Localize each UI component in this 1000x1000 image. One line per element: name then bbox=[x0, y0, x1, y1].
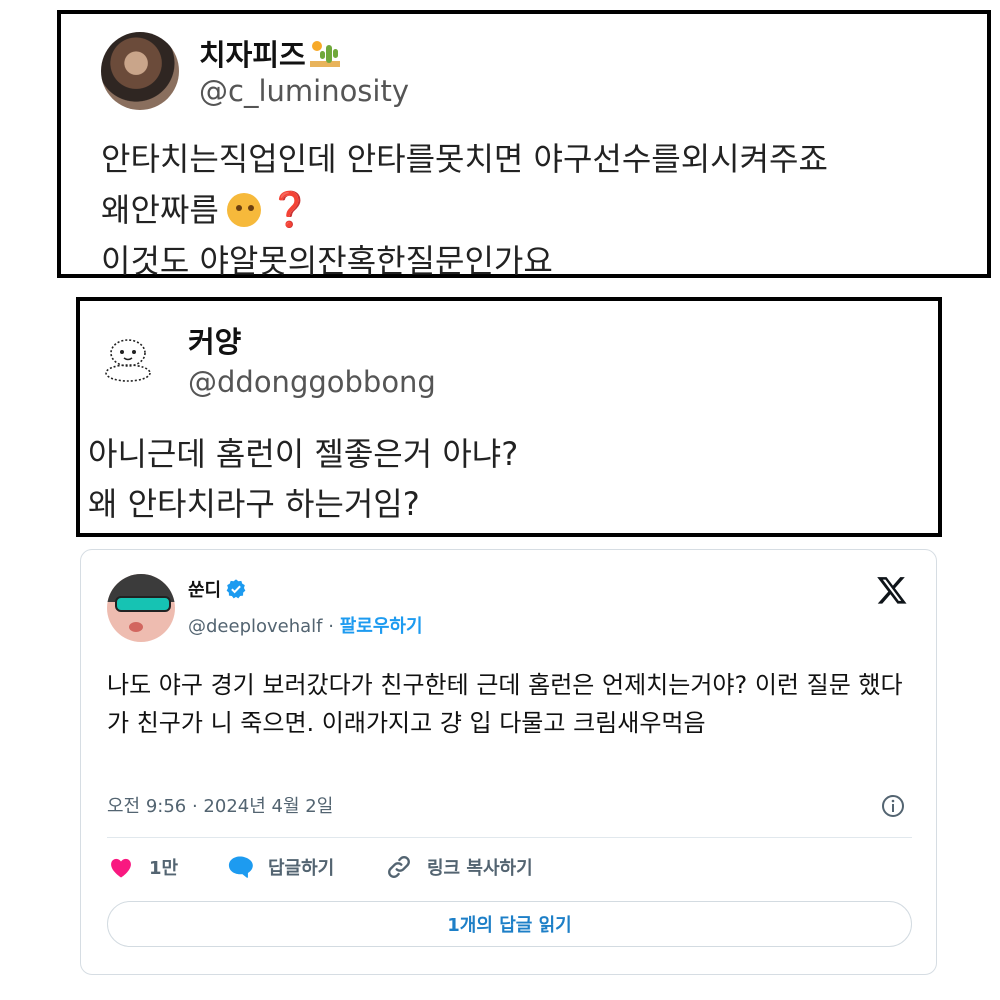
handle[interactable]: @c_luminosity bbox=[199, 74, 409, 108]
speech-bubble-icon bbox=[228, 856, 253, 878]
tweet-line: 왜 안타치라구 하는거임? bbox=[88, 485, 420, 523]
follow-link[interactable]: 팔로우하기 bbox=[340, 616, 423, 637]
read-replies-button[interactable]: 1개의 답글 읽기 bbox=[107, 901, 912, 947]
embedded-post-card: 쑨디 @deeplovehalf · 팔로우하기 나도 야구 경기 보러갔다가 … bbox=[80, 549, 937, 975]
avatar[interactable] bbox=[101, 32, 179, 110]
red-question-mark-icon: ❓ bbox=[268, 190, 312, 230]
tweet-card-2: 커양 @ddonggobbong 아니근데 홈런이 젤좋은거 아냐? 왜 안타치… bbox=[76, 297, 942, 537]
heart-icon bbox=[111, 858, 131, 878]
reply-button[interactable]: 답글하기 bbox=[226, 852, 334, 882]
tweet-line: 안타치는직업인데 안타를못치면 야구선수를외시켜주죠 bbox=[101, 140, 828, 178]
tweet-text: 안타치는직업인데 안타를못치면 야구선수를외시켜주죠 왜안짜름 ❓ 이것도 야알못… bbox=[101, 134, 828, 287]
display-name[interactable]: 쑨디 bbox=[188, 576, 247, 602]
display-name-text: 쑨디 bbox=[188, 580, 222, 601]
verified-badge-icon bbox=[226, 579, 246, 599]
display-name: 커양 bbox=[188, 325, 242, 359]
info-icon[interactable] bbox=[881, 794, 905, 818]
handle-row: @deeplovehalf · 팔로우하기 bbox=[188, 612, 423, 638]
copy-link-label: 링크 복사하기 bbox=[427, 858, 533, 879]
likes-count: 1만 bbox=[149, 858, 179, 879]
avatar-mouth bbox=[129, 622, 143, 632]
cactus-desert-icon bbox=[309, 41, 340, 67]
link-icon bbox=[388, 856, 410, 878]
handle[interactable]: @ddonggobbong bbox=[188, 365, 436, 399]
tweet-text: 아니근데 홈런이 젤좋은거 아냐? 왜 안타치라구 하는거임? bbox=[88, 429, 518, 529]
post-text: 나도 야구 경기 보러갔다가 친구한테 근데 홈런은 언제치는거야? 이런 질문… bbox=[107, 671, 903, 737]
avatar-visor bbox=[115, 596, 171, 612]
tweet-line: 아니근데 홈런이 젤좋은거 아냐? bbox=[88, 435, 519, 473]
copy-link-button[interactable]: 링크 복사하기 bbox=[385, 852, 533, 882]
post-timestamp[interactable]: 오전 9:56 · 2024년 4월 2일 bbox=[107, 792, 333, 818]
tweet-line-text: 왜안짜름 bbox=[101, 191, 219, 229]
divider bbox=[107, 837, 912, 838]
handle[interactable]: @deeplovehalf bbox=[188, 616, 323, 637]
tweet-card-1: 치자피즈 @c_luminosity 안타치는직업인데 안타를못치면 야구선수를… bbox=[57, 10, 991, 280]
tweet-line: 이것도 야알못의잔혹한질문인가요 bbox=[101, 242, 553, 280]
avatar[interactable] bbox=[107, 574, 175, 642]
x-logo-icon[interactable] bbox=[876, 574, 908, 606]
display-name-text: 치자피즈 bbox=[199, 38, 306, 72]
thinking-face-icon bbox=[226, 193, 261, 227]
separator-dot: · bbox=[328, 616, 334, 637]
like-button[interactable]: 1만 bbox=[107, 852, 178, 882]
avatar[interactable] bbox=[102, 337, 154, 383]
display-name: 치자피즈 bbox=[199, 32, 340, 74]
tweet-line: 왜안짜름 ❓ bbox=[101, 185, 828, 236]
reply-label: 답글하기 bbox=[268, 858, 335, 879]
